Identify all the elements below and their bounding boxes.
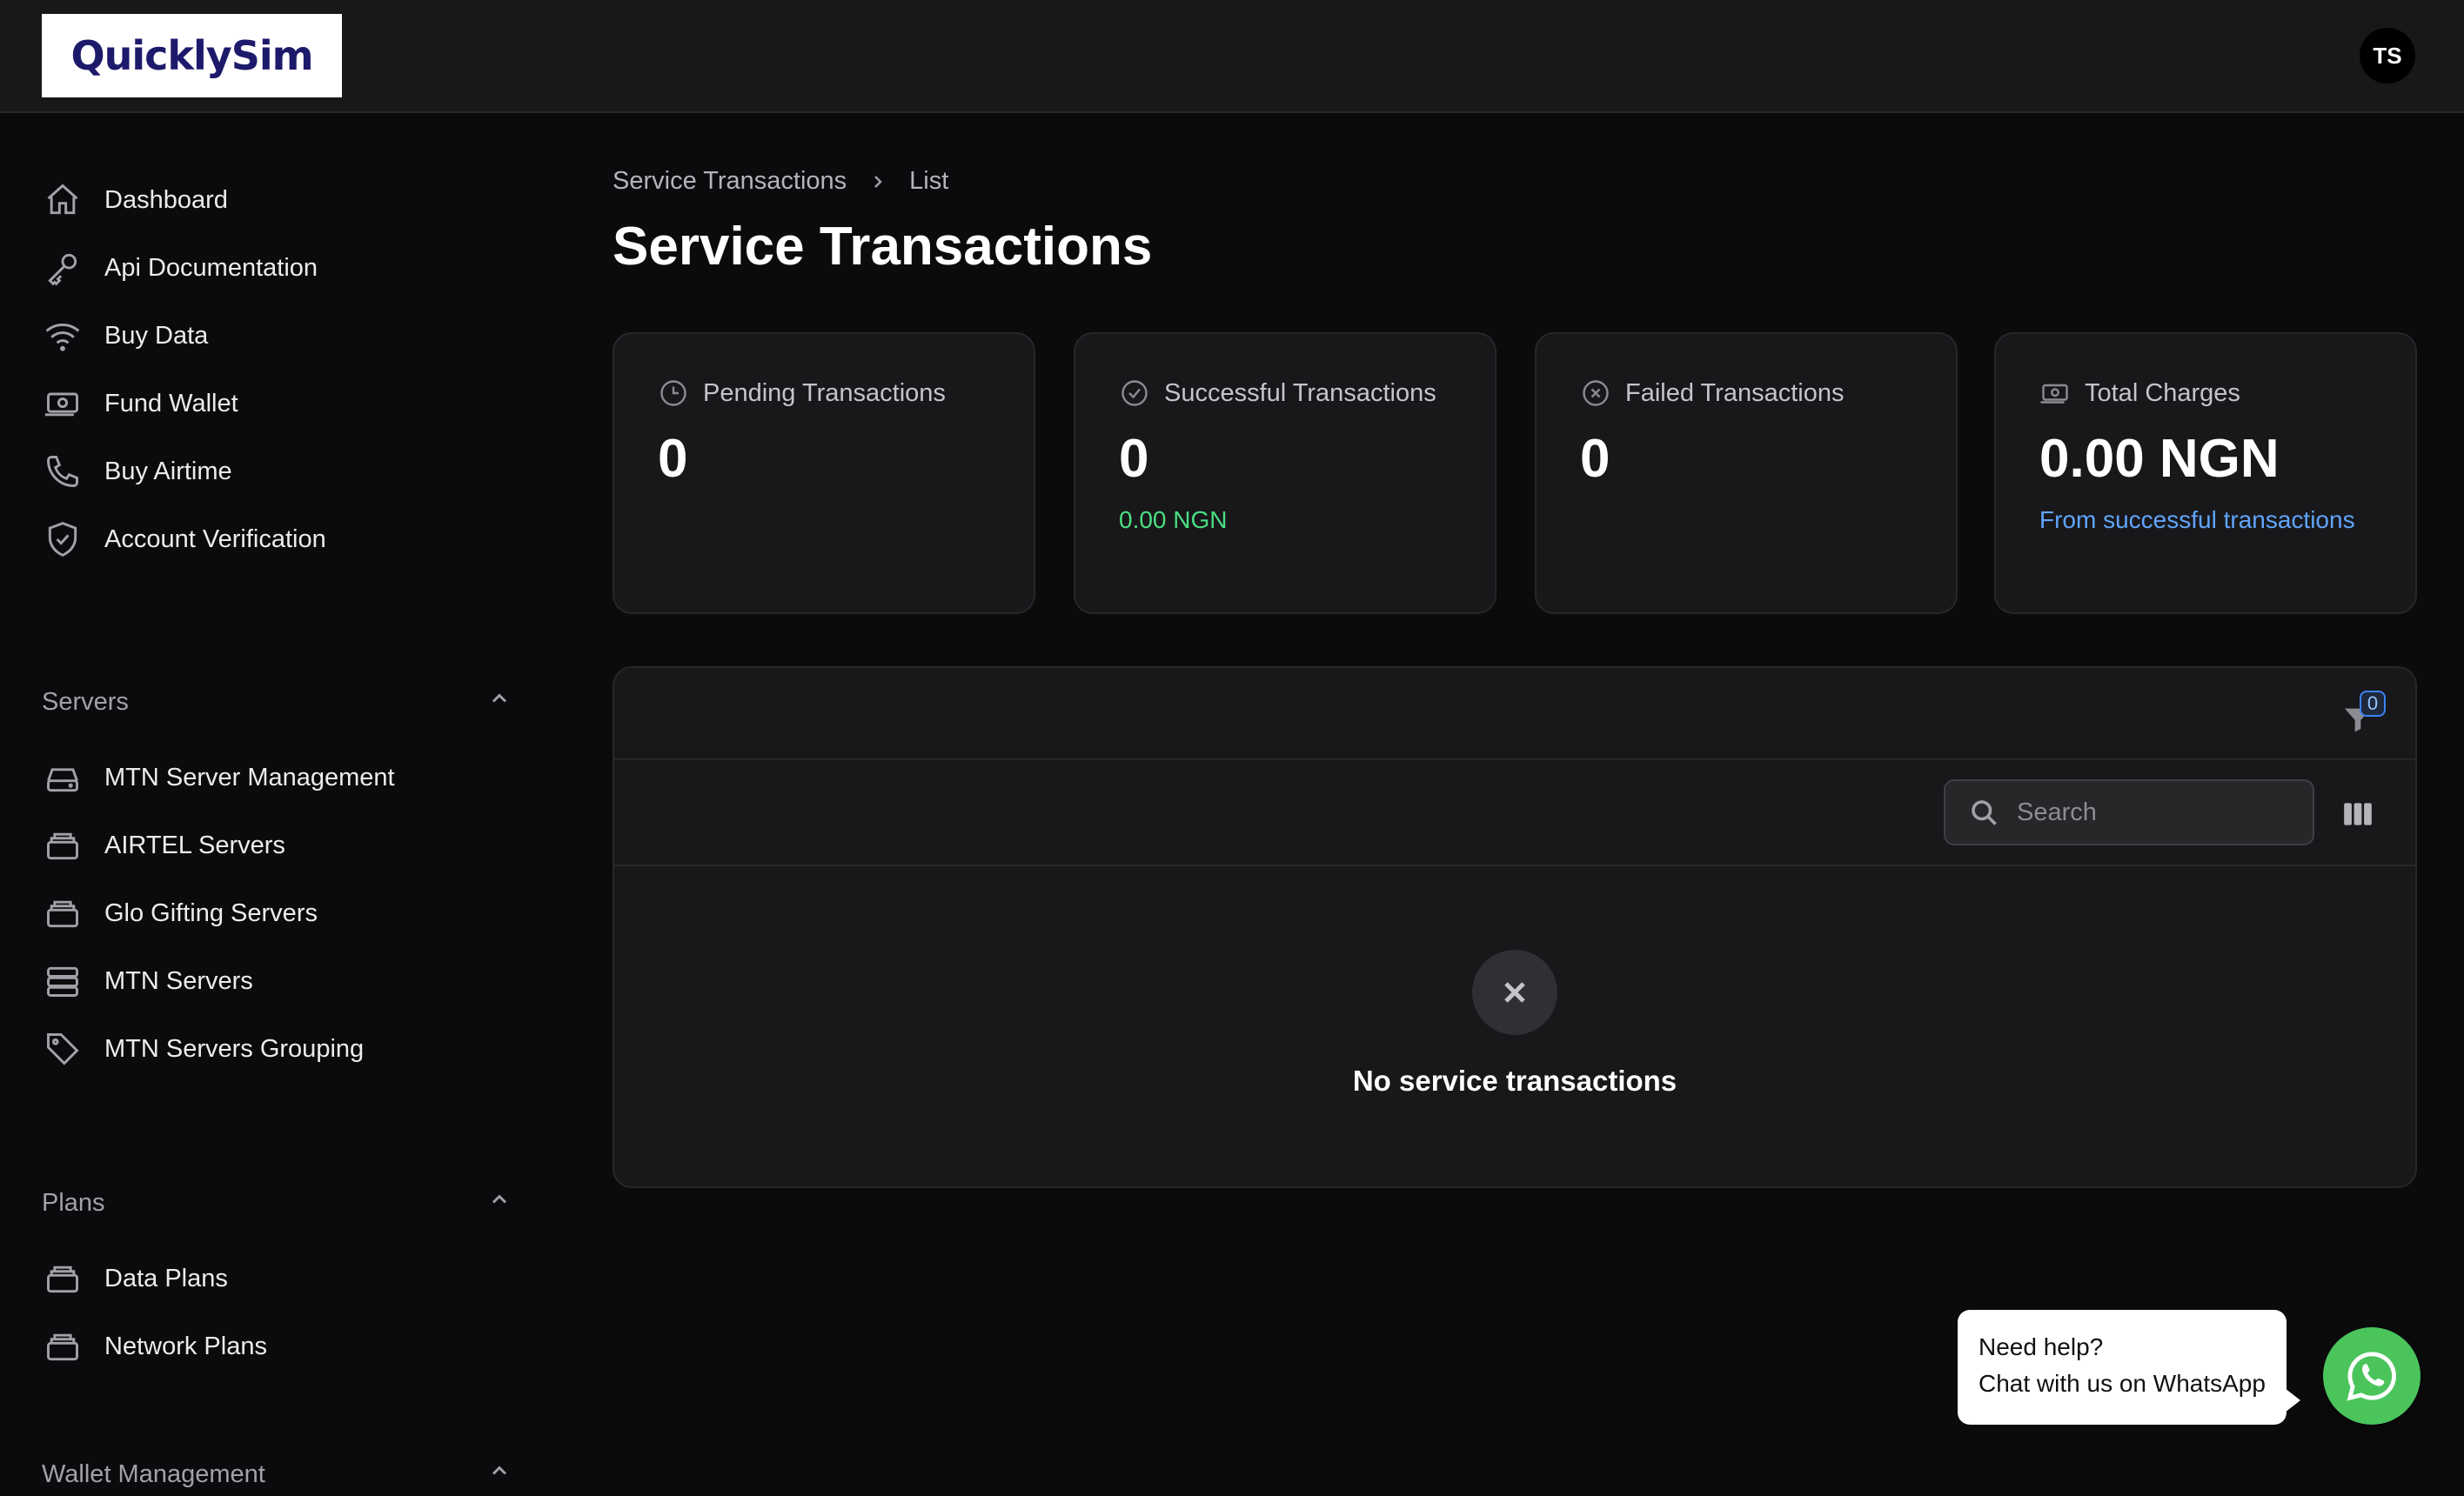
stack-icon [42, 892, 84, 934]
group-label: Servers [42, 687, 129, 716]
stat-value: 0.00 NGN [2039, 429, 2280, 489]
search-box[interactable] [1944, 779, 2314, 845]
sidebar-item-mtn-servers[interactable]: MTN Servers [42, 953, 512, 1009]
filter-button[interactable]: 0 [2332, 691, 2386, 746]
page-title: Service Transactions [613, 217, 1153, 277]
logo-text: QuicklySim [70, 32, 313, 79]
stack-icon [42, 1326, 84, 1367]
stat-value: 0 [658, 429, 688, 489]
column-toggle-button[interactable] [2340, 797, 2375, 831]
sidebar-item-label: MTN Servers [104, 966, 253, 995]
check-circle-icon [1122, 380, 1148, 406]
stat-label: Successful Transactions [1164, 378, 1436, 407]
close-icon [1504, 982, 1525, 1003]
shield-check-icon [42, 518, 84, 560]
clock-icon [660, 380, 686, 406]
stat-label-row: Successful Transactions [1119, 377, 1436, 409]
sidebar-item-label: MTN Servers Grouping [104, 1034, 365, 1063]
chevron-up-icon [487, 686, 512, 718]
banknote-icon [2040, 384, 2068, 404]
whatsapp-chat-button[interactable] [2323, 1327, 2420, 1425]
stat-card-total-charges: Total Charges 0.00 NGN From successful t… [1994, 332, 2417, 614]
table-toolbar [614, 762, 2415, 866]
top-bar: QuicklySim TS [0, 0, 2464, 113]
sidebar-item-buy-data[interactable]: Buy Data [42, 308, 512, 364]
tag-icon [42, 1028, 84, 1070]
help-line-1: Need help? [1979, 1333, 2104, 1360]
sidebar-group-plans[interactable]: Plans [42, 1181, 512, 1225]
stack-icon [42, 825, 84, 866]
sidebar-item-buy-airtime[interactable]: Buy Airtime [42, 444, 512, 499]
stat-description: From successful transactions [2039, 506, 2355, 533]
sidebar-item-fund-wallet[interactable]: Fund Wallet [42, 376, 512, 431]
server-icon [42, 757, 84, 798]
sidebar-item-data-plans[interactable]: Data Plans [42, 1251, 512, 1306]
group-label: Wallet Management [42, 1459, 265, 1488]
stat-label: Total Charges [2085, 378, 2240, 407]
view-columns-icon [2344, 803, 2372, 825]
sidebar-item-glo-gifting-servers[interactable]: Glo Gifting Servers [42, 885, 512, 941]
breadcrumb-parent-link[interactable]: Service Transactions [613, 167, 847, 196]
sidebar-group-servers[interactable]: Servers [42, 680, 512, 724]
x-circle-icon [1583, 380, 1609, 406]
chevron-right-icon [867, 171, 888, 192]
sidebar-item-label: Buy Airtime [104, 457, 232, 485]
sidebar-item-label: Network Plans [104, 1332, 267, 1360]
sidebar-item-api-documentation[interactable]: Api Documentation [42, 240, 512, 296]
wifi-icon [42, 315, 84, 357]
stat-label-row: Pending Transactions [658, 377, 946, 409]
stat-label: Failed Transactions [1625, 378, 1845, 407]
whatsapp-icon [2347, 1352, 2396, 1401]
stat-description: 0.00 NGN [1119, 506, 1228, 533]
stat-card-successful: Successful Transactions 0 0.00 NGN [1074, 332, 1496, 614]
sidebar-item-dashboard[interactable]: Dashboard [42, 172, 512, 228]
stat-value: 0 [1119, 429, 1149, 489]
banknote-icon [42, 383, 84, 424]
sidebar-item-label: Buy Data [104, 321, 209, 350]
empty-state-message: No service transactions [1352, 1065, 1677, 1097]
stack-icon [42, 1258, 84, 1299]
sidebar: Dashboard Api Documentation Buy Data Fun… [0, 115, 539, 1488]
sidebar-item-label: Dashboard [104, 185, 228, 214]
user-avatar[interactable]: TS [2360, 28, 2415, 83]
stat-label-row: Failed Transactions [1580, 377, 1844, 409]
search-input[interactable] [2017, 798, 2278, 827]
sidebar-item-label: Api Documentation [104, 253, 318, 282]
breadcrumb-current: List [909, 167, 949, 195]
sidebar-item-label: Account Verification [104, 524, 326, 553]
sidebar-item-label: MTN Server Management [104, 763, 395, 791]
brand-logo[interactable]: QuicklySim [42, 14, 342, 97]
stat-card-failed: Failed Transactions 0 [1535, 332, 1958, 614]
home-icon [42, 179, 84, 221]
transactions-table-panel: 0 No service transactions [613, 666, 2417, 1188]
chevron-up-icon [487, 1459, 512, 1490]
server-stack-icon [42, 960, 84, 1002]
sidebar-group-wallet-management[interactable]: Wallet Management [42, 1453, 512, 1496]
empty-state-icon [1472, 950, 1557, 1035]
key-icon [42, 247, 84, 289]
stat-card-pending: Pending Transactions 0 [613, 332, 1035, 614]
sidebar-item-label: Fund Wallet [104, 389, 238, 417]
help-bubble[interactable]: Need help? Chat with us on WhatsApp [1958, 1310, 2300, 1425]
sidebar-item-label: AIRTEL Servers [104, 831, 285, 859]
chevron-up-icon [487, 1187, 512, 1219]
help-line-2: Chat with us on WhatsApp [1979, 1370, 2266, 1397]
sidebar-item-airtel-servers[interactable]: AIRTEL Servers [42, 818, 512, 873]
filter-count-badge: 0 [2360, 691, 2386, 717]
sidebar-item-mtn-server-management[interactable]: MTN Server Management [42, 750, 512, 805]
stat-value: 0 [1580, 429, 1610, 489]
sidebar-item-account-verification[interactable]: Account Verification [42, 511, 512, 567]
sidebar-item-network-plans[interactable]: Network Plans [42, 1319, 512, 1374]
sidebar-item-label: Data Plans [104, 1264, 228, 1292]
stat-label-row: Total Charges [2039, 377, 2240, 409]
sidebar-item-mtn-servers-grouping[interactable]: MTN Servers Grouping [42, 1021, 512, 1077]
search-icon [1972, 800, 1997, 825]
stat-label: Pending Transactions [703, 378, 946, 407]
phone-icon [42, 451, 84, 492]
breadcrumb: Service Transactions List [613, 167, 948, 196]
sidebar-item-label: Glo Gifting Servers [104, 898, 318, 927]
table-header: 0 [614, 668, 2415, 760]
group-label: Plans [42, 1188, 105, 1217]
